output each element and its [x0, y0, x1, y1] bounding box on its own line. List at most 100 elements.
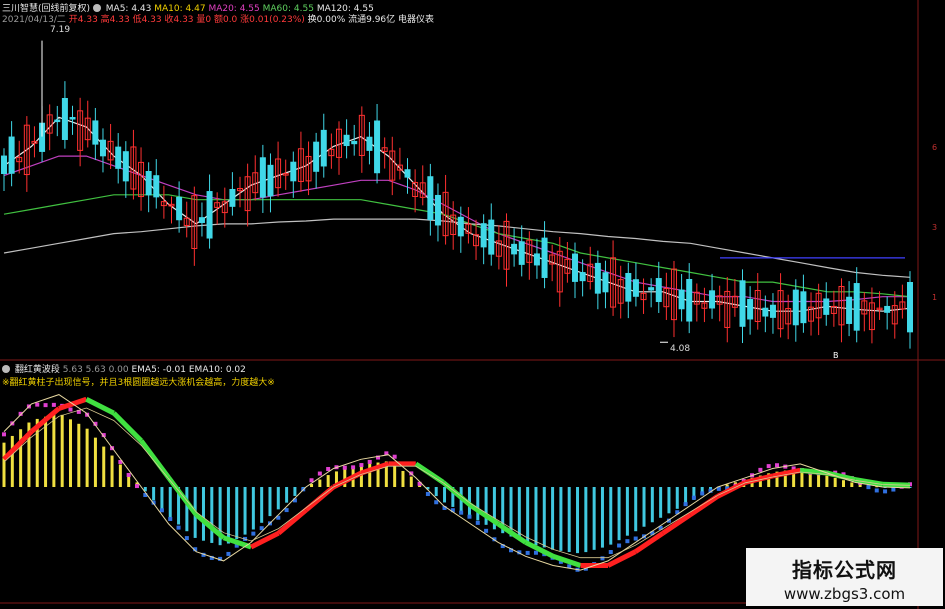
indicator-name[interactable]: 翻红黄波段	[15, 365, 60, 375]
signal-dot	[766, 464, 771, 469]
low-price-label: 4.08	[670, 344, 690, 354]
signal-dot	[226, 551, 231, 556]
signal-dot	[700, 491, 705, 496]
candle-body	[457, 216, 464, 237]
histogram-bar	[243, 487, 247, 535]
signal-dot	[168, 516, 173, 521]
candle-body	[518, 241, 525, 265]
candle-body	[198, 217, 205, 223]
signal-dot	[126, 472, 131, 477]
ema10-segment	[276, 508, 308, 536]
candle-body	[320, 129, 327, 167]
histogram-bar	[401, 470, 405, 487]
signal-dot	[608, 550, 613, 555]
candle-body	[176, 196, 183, 221]
histogram-bar	[634, 487, 638, 532]
signal-dot	[259, 526, 264, 531]
indicator-header: 翻红黄波段 5.63 5.63 0.00 EMA5: -0.01 EMA10: …	[2, 362, 246, 375]
histogram-bar	[517, 487, 521, 540]
candle-body	[579, 272, 586, 282]
signal-dot	[367, 459, 372, 464]
histogram-bar	[617, 487, 621, 541]
histogram-bar	[609, 487, 613, 545]
candle-body	[655, 278, 662, 303]
candle-body	[541, 237, 548, 278]
quote-values: 开4.33 高4.33 低4.33 收4.33 量0 额0.0 涨0.01(0.…	[68, 15, 305, 25]
histogram-bar	[326, 475, 330, 487]
candle-body	[92, 120, 99, 145]
signal-dot	[309, 478, 314, 483]
signal-dot	[159, 508, 164, 513]
histogram-bar	[842, 480, 846, 487]
ema10-segment	[139, 439, 171, 480]
histogram-bar	[210, 487, 214, 543]
signal-dot	[326, 467, 331, 472]
signal-dot	[891, 487, 896, 492]
candle-body	[488, 219, 495, 255]
candle-body	[313, 141, 320, 172]
candle-body	[404, 169, 411, 178]
ema10-value: EMA10: 0.02	[188, 365, 246, 375]
price-axis-tick: 6	[932, 143, 937, 152]
candle-body	[846, 296, 853, 324]
histogram-bar	[667, 487, 671, 514]
signal-dot	[342, 465, 347, 470]
histogram-bar	[443, 487, 447, 503]
histogram-bar	[52, 414, 56, 487]
indicator-description: ※翻红黄柱子出现信号，并且3根圆圈越远大涨机会越高，力度越大※	[2, 375, 275, 388]
candle-body	[427, 176, 434, 221]
signal-dot	[874, 488, 879, 493]
signal-dot	[184, 536, 189, 541]
candle-body	[686, 279, 693, 322]
signal-dot	[359, 463, 364, 468]
histogram-bar	[260, 487, 264, 523]
description-text: ※翻红黄柱子出现信号，并且3根圆圈越远大涨机会越高，力度越大※	[2, 378, 275, 388]
histogram-bar	[2, 442, 6, 487]
candle-body	[61, 97, 68, 140]
histogram-bar	[60, 414, 64, 487]
ema10-segment	[360, 461, 390, 476]
candle-body	[115, 146, 122, 169]
gear-icon[interactable]	[2, 365, 10, 373]
signal-dot	[633, 536, 638, 541]
candle-body	[99, 139, 106, 157]
signal-dot	[683, 502, 688, 507]
signal-dot	[392, 454, 397, 459]
histogram-bar	[68, 419, 72, 487]
signal-dot	[134, 484, 139, 489]
gear-icon[interactable]	[92, 4, 101, 12]
histogram-bar	[534, 487, 538, 546]
price-panel: 6 3 1	[1, 40, 937, 349]
signal-dot	[68, 407, 73, 412]
signal-dot	[434, 500, 439, 505]
signal-dot	[475, 520, 480, 525]
candle-body	[69, 117, 76, 120]
candle-body	[54, 119, 61, 123]
signal-dot	[176, 525, 181, 530]
signal-dot	[775, 463, 780, 468]
watermark-banner: 指标公式网 www.zbgs3.com	[746, 548, 943, 606]
signal-dot	[425, 492, 430, 497]
candle-body	[1, 155, 7, 175]
candle-body	[229, 188, 236, 207]
candle-body	[648, 287, 655, 291]
ema10-guide-line	[3, 407, 911, 559]
ma-line-ma120	[3, 218, 911, 278]
indicator-values: 5.63 5.63 0.00	[62, 365, 129, 375]
candle-body	[884, 305, 891, 313]
candle-body	[602, 272, 609, 293]
signal-dot	[35, 402, 40, 407]
signal-dot	[459, 510, 464, 515]
candle-body	[678, 289, 685, 310]
candle-body	[853, 283, 860, 331]
signal-dot	[484, 528, 489, 533]
chart-canvas: 6 3 1 7.19 4.08 B	[0, 0, 945, 609]
candle-body	[145, 171, 152, 196]
candle-body	[907, 282, 913, 333]
signal-dot	[284, 508, 289, 513]
histogram-bar	[825, 475, 829, 487]
ema5-value: EMA5: -0.01	[131, 365, 186, 375]
candle-body	[153, 175, 160, 198]
candle-body	[769, 304, 776, 318]
histogram-bar	[160, 487, 164, 510]
